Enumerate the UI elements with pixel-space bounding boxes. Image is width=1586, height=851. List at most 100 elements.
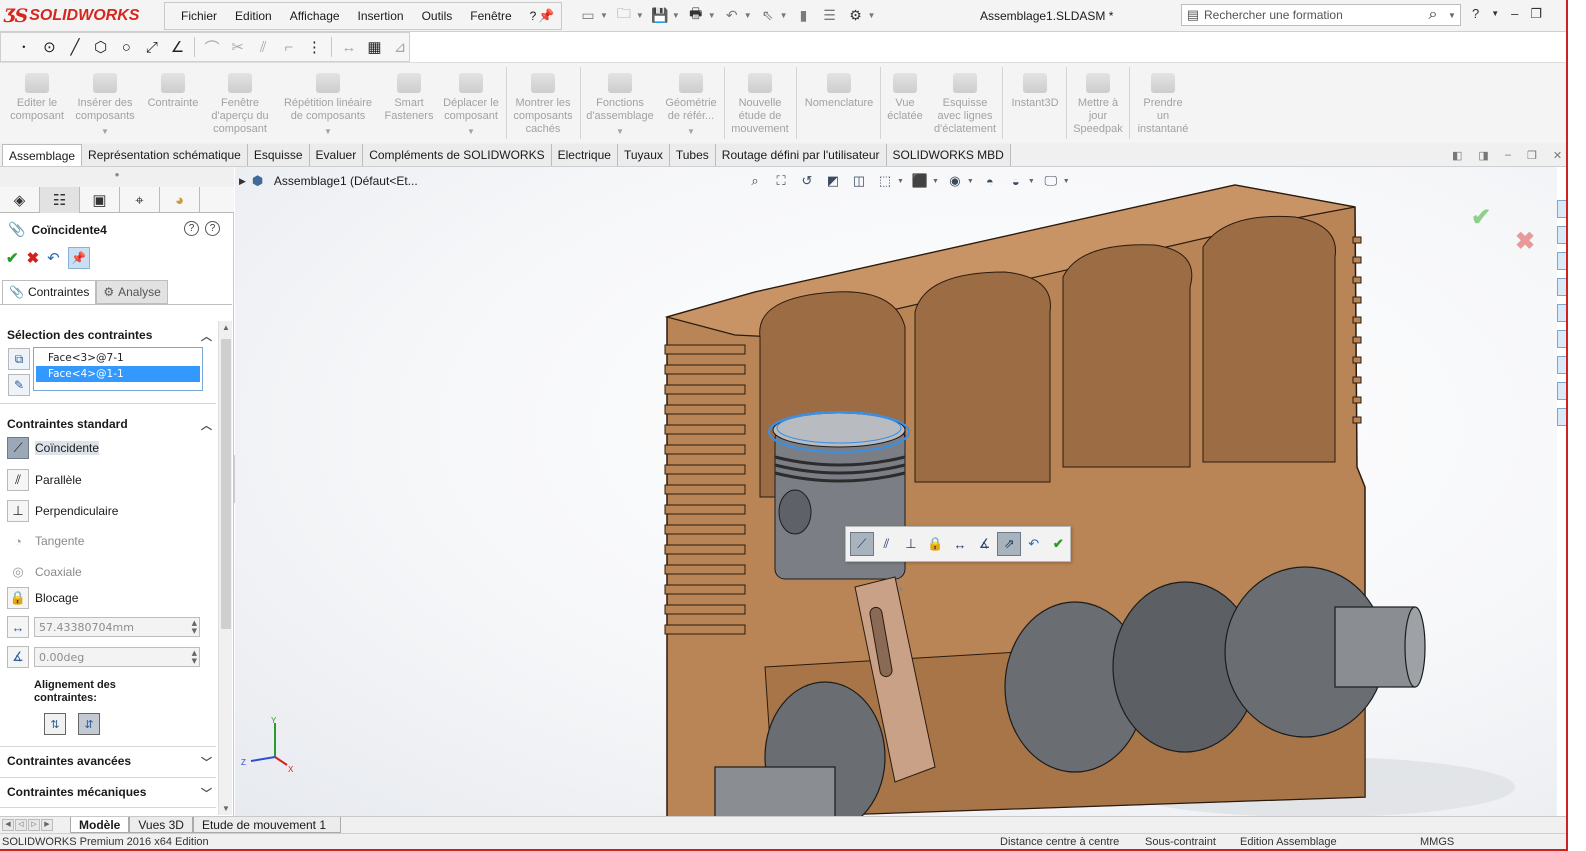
list-item[interactable]: Face<4>@1-1 xyxy=(36,366,200,382)
smart-fasteners-button[interactable]: Smart Fasteners xyxy=(382,63,436,143)
mate-coincident[interactable]: ⟋ Coïncidente xyxy=(7,437,100,459)
restore-icon[interactable]: ❐ xyxy=(1530,6,1542,22)
help-icon[interactable]: ? xyxy=(205,221,220,236)
chevron-down-icon[interactable]: ﹀ xyxy=(201,785,212,801)
standard-mates-header[interactable]: Contraintes standard ︿ xyxy=(7,417,212,433)
undo-icon[interactable]: ↶ xyxy=(722,5,742,25)
mate-button[interactable]: Contrainte xyxy=(140,63,206,143)
first-tab-icon[interactable]: ◀ xyxy=(2,819,14,831)
open-folder-icon[interactable]: 🗀 xyxy=(614,5,634,25)
graphics-area[interactable]: ▶ ⬢ Assemblage1 (Défaut<Et... ⌕ ⛶ ↺ ◩ ◫ … xyxy=(235,167,1557,817)
display-manager-tab-icon[interactable]: ◕ xyxy=(160,187,200,213)
pin-menu-icon[interactable]: 📌 xyxy=(538,8,554,24)
move-component-button[interactable]: Déplacer le composant ▼ xyxy=(436,63,506,143)
mate-parallel[interactable]: ⫽ Parallèle xyxy=(7,469,82,491)
line-icon[interactable]: ╱ xyxy=(66,37,84,57)
linear-component-pattern-button[interactable]: Répétition linéaire de composants ▼ xyxy=(274,63,382,143)
keep-visible-pin-icon[interactable]: 📌 xyxy=(67,247,90,269)
menu-affichage[interactable]: Affichage xyxy=(281,9,349,23)
select-arrow-icon[interactable]: ⇖ xyxy=(758,5,778,25)
aligned-icon[interactable]: ⇅ xyxy=(44,713,66,735)
display-style-icon[interactable]: ⬛ xyxy=(910,171,930,191)
feature-manager-tab-icon[interactable]: ◈ xyxy=(0,187,40,213)
configuration-manager-tab-icon[interactable]: ▣ xyxy=(80,187,120,213)
tab-solidworks-mbd[interactable]: SOLIDWORKS MBD xyxy=(886,144,1011,166)
tab-contraintes[interactable]: 📎 Contraintes xyxy=(2,280,97,304)
angle-dimension-icon[interactable]: ⊿ xyxy=(391,37,409,57)
solidworks-logo[interactable]: ƷS SOLIDWORKS xyxy=(4,4,139,28)
tab-analyse[interactable]: ⚙ Analyse xyxy=(96,280,168,304)
tab-complements[interactable]: Compléments de SOLIDWORKS xyxy=(363,144,552,166)
new-motion-study-button[interactable]: Nouvelle étude de mouvement xyxy=(726,63,794,143)
distance-icon[interactable]: ↔ xyxy=(948,532,972,556)
reference-geometry-button[interactable]: Géométrie de référ... ▼ xyxy=(658,63,724,143)
undo-icon[interactable]: ↶ xyxy=(1022,532,1046,556)
assembly-features-button[interactable]: Fonctions d'assemblage ▼ xyxy=(582,63,658,143)
mate-concentric[interactable]: ◎ Coaxiale xyxy=(7,561,81,583)
next-tab-icon[interactable]: ▷ xyxy=(28,819,40,831)
tab-routage[interactable]: Routage défini par l'utilisateur xyxy=(715,144,887,166)
take-snapshot-button[interactable]: Prendre un instantané xyxy=(1131,63,1195,143)
multimate-icon[interactable]: ✎ xyxy=(8,374,30,396)
viewport-minimize-icon[interactable]: ‒ xyxy=(1505,149,1511,162)
minimize-icon[interactable]: ‒ xyxy=(1511,6,1518,22)
tab-evaluer[interactable]: Evaluer xyxy=(309,144,364,166)
previous-view-icon[interactable]: ↺ xyxy=(797,171,817,191)
confirmation-cancel-icon[interactable]: ✖ xyxy=(1515,227,1535,256)
chevron-up-icon[interactable]: ︿ xyxy=(201,417,212,433)
component-preview-window-button[interactable]: Fenêtre d'aperçu du composant xyxy=(206,63,274,143)
tab-motion-study[interactable]: Etude de mouvement 1 xyxy=(192,817,341,833)
panel-grip[interactable]: ● xyxy=(0,167,234,187)
mate-selections-list[interactable]: Face<3>@7-1 Face<4>@1-1 xyxy=(33,347,203,391)
offset-icon[interactable]: ⫽ xyxy=(254,37,272,57)
spinner-icon[interactable]: ▲ ▼ xyxy=(192,649,197,665)
ok-check-icon[interactable]: ✔ xyxy=(6,249,19,267)
update-speedpak-button[interactable]: Mettre à jour Speedpak xyxy=(1068,63,1128,143)
bill-of-materials-button[interactable]: Nomenclature xyxy=(798,63,880,143)
chevron-up-icon[interactable]: ︿ xyxy=(201,328,212,344)
property-manager-tab-icon[interactable]: ☷ xyxy=(40,187,80,213)
menu-fichier[interactable]: Fichier xyxy=(172,9,226,23)
whats-new-help-icon[interactable]: ? xyxy=(184,221,199,236)
exploded-view-button[interactable]: Vue éclatée xyxy=(882,63,928,143)
distance-value-field[interactable]: 57.43380704mm ▲ ▼ xyxy=(34,617,200,637)
polygon-icon[interactable]: ⬡ xyxy=(92,37,110,57)
angle-icon[interactable]: ∠ xyxy=(169,37,187,57)
mate-perpendicular[interactable]: ⊥ Perpendiculaire xyxy=(7,500,118,522)
viewport-restore-icon[interactable]: ❐ xyxy=(1527,149,1537,162)
undo-icon[interactable]: ↶ xyxy=(47,249,60,267)
dropdown-caret-icon[interactable]: ▼ xyxy=(101,125,109,138)
tab-esquisse[interactable]: Esquisse xyxy=(247,144,310,166)
flip-alignment-icon[interactable]: ⇗ xyxy=(997,532,1021,556)
help-dropdown-icon[interactable]: ▼ xyxy=(1491,9,1499,22)
tab-vues-3d[interactable]: Vues 3D xyxy=(129,817,193,833)
construction-icon[interactable]: ⋮ xyxy=(306,37,324,57)
mechanical-mates-header[interactable]: Contraintes mécaniques ﹀ xyxy=(7,785,212,801)
mate-selections-header[interactable]: Sélection des contraintes ︿ xyxy=(7,328,212,344)
help-icon[interactable]: ? xyxy=(1472,6,1479,22)
ok-check-icon[interactable]: ✔ xyxy=(1047,532,1071,556)
search-dropdown-icon[interactable]: ▼ xyxy=(1448,11,1460,20)
cancel-x-icon[interactable]: ✖ xyxy=(27,249,40,267)
grid-icon[interactable]: ▦ xyxy=(366,37,384,57)
last-tab-icon[interactable]: ▶ xyxy=(41,819,53,831)
menu-fenetre[interactable]: Fenêtre xyxy=(461,9,520,23)
point-icon[interactable]: • xyxy=(15,37,33,57)
search-icon[interactable]: ⌕ xyxy=(1418,6,1448,24)
mate-angle[interactable]: ∡ xyxy=(7,646,29,668)
tab-representation-schematique[interactable]: Représentation schématique xyxy=(82,144,248,166)
property-manager-scrollbar[interactable]: ▲ ▼ xyxy=(218,321,232,815)
centerline-icon[interactable]: ⤢ xyxy=(143,37,161,57)
dropdown-caret-icon[interactable]: ▼ xyxy=(324,125,332,138)
hide-show-items-icon[interactable]: ◉ xyxy=(945,171,965,191)
dropdown-caret-icon[interactable]: ▼ xyxy=(687,125,695,138)
search-box[interactable]: ▤ Rechercher une formation ⌕ ▼ xyxy=(1181,4,1461,26)
mate-tangent[interactable]: ◔ Tangente xyxy=(7,530,84,552)
print-icon[interactable]: 🖶 xyxy=(686,5,706,25)
explode-line-sketch-button[interactable]: Esquisse avec lignes d'éclatement xyxy=(928,63,1002,143)
scroll-up-icon[interactable]: ▲ xyxy=(222,323,230,332)
confirmation-ok-icon[interactable]: ✔ xyxy=(1471,203,1491,232)
center-point-circle-icon[interactable]: ⊙ xyxy=(41,37,59,57)
menu-edition[interactable]: Edition xyxy=(226,9,281,23)
new-document-icon[interactable]: ▭ xyxy=(578,5,598,25)
